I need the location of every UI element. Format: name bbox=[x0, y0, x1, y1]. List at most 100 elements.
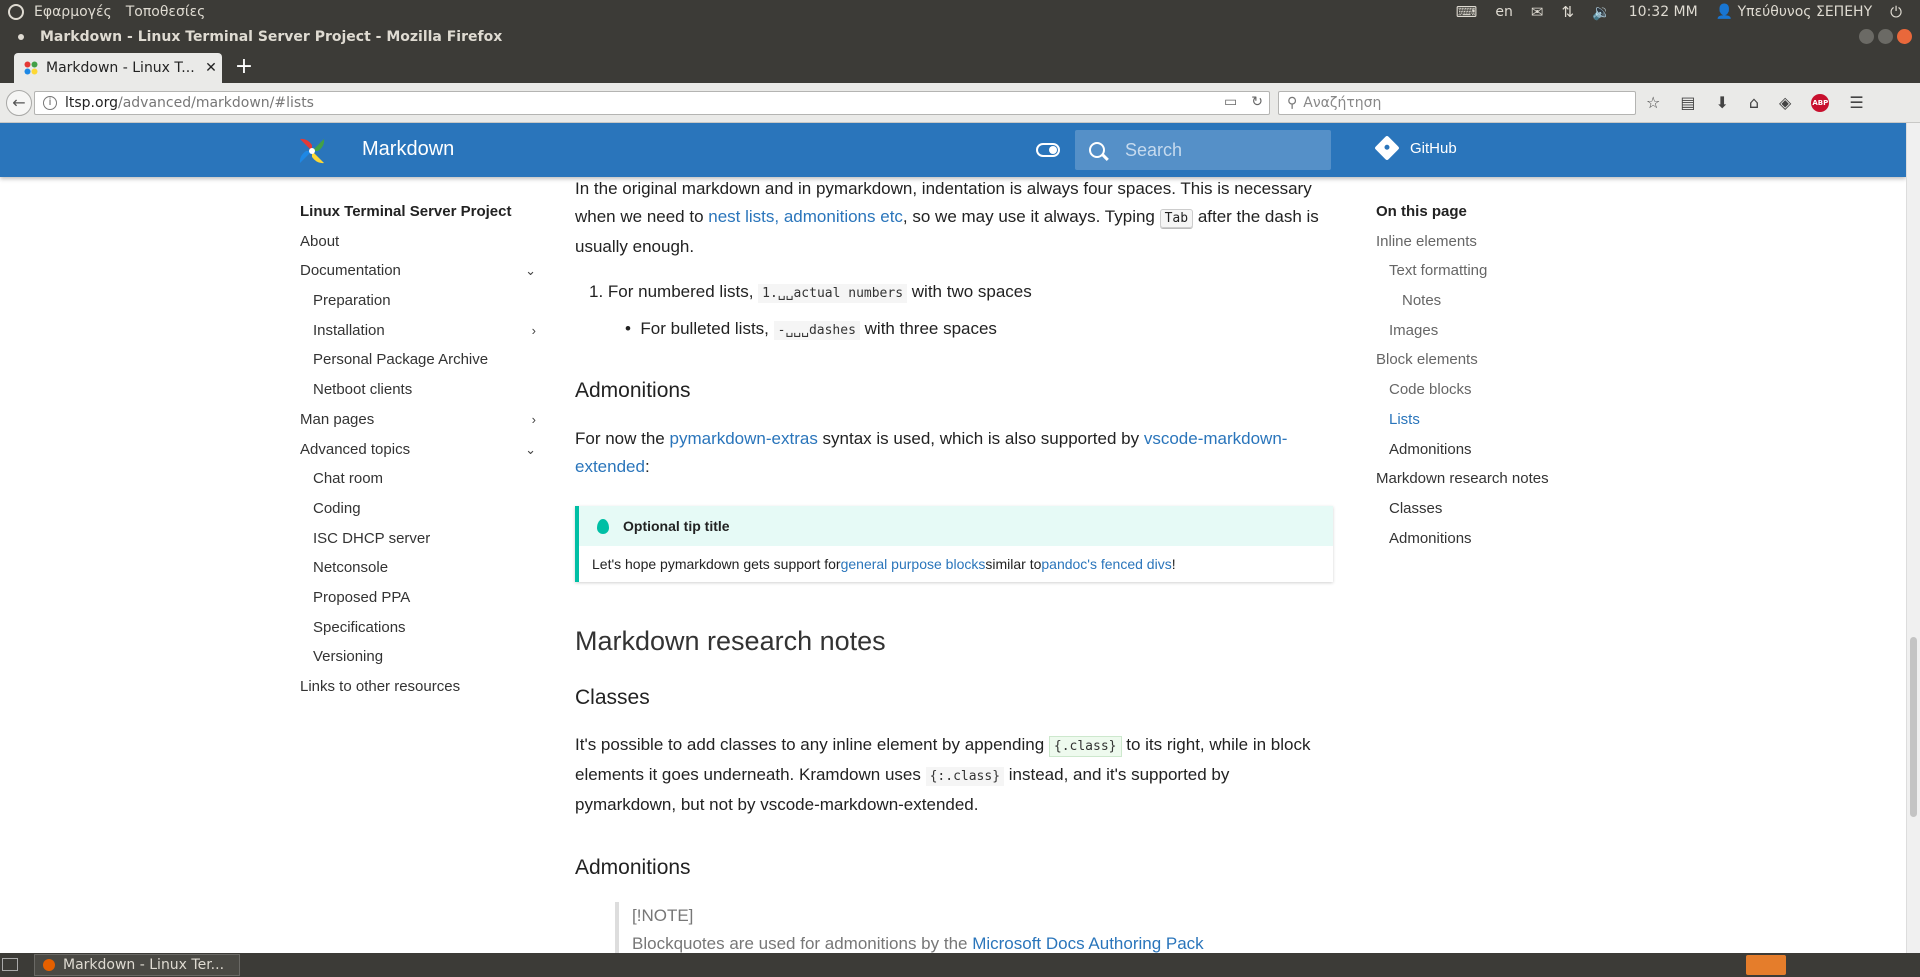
clock[interactable]: 10:32 ΜΜ bbox=[1629, 4, 1698, 20]
sidebar-item-advanced-topics[interactable]: Advanced topics ⌄ bbox=[300, 435, 536, 465]
nest-lists-link[interactable]: nest lists, admonitions etc bbox=[708, 207, 903, 226]
reload-icon[interactable]: ↻ bbox=[1251, 94, 1263, 110]
toc-item-images[interactable]: Images bbox=[1376, 316, 1596, 346]
network-icon[interactable]: ⇅ bbox=[1561, 3, 1574, 21]
general-purpose-blocks-link[interactable]: general purpose blocks bbox=[841, 556, 986, 572]
research-notes-heading: Markdown research notes bbox=[575, 626, 886, 656]
sidebar-item-documentation[interactable]: Documentation ⌄ bbox=[300, 256, 536, 286]
os-taskbar: Markdown - Linux Ter... bbox=[0, 953, 1920, 977]
sidebar-item-label: Installation bbox=[313, 321, 385, 339]
mail-icon[interactable]: ✉ bbox=[1531, 3, 1544, 21]
volume-icon[interactable]: 🔉 bbox=[1592, 3, 1611, 21]
site-info-icon[interactable]: i bbox=[43, 96, 57, 110]
toc-item-text-formatting[interactable]: Text formatting bbox=[1376, 256, 1596, 286]
user-name: Υπεύθυνος ΣΕΠΕΗΥ bbox=[1737, 4, 1873, 20]
url-path: /advanced/markdown/#lists bbox=[117, 95, 314, 111]
sidebar-item-chat-room[interactable]: Chat room bbox=[300, 464, 536, 494]
tab-markdown[interactable]: Markdown - Linux T... ✕ bbox=[14, 53, 222, 83]
keyboard-icon[interactable]: ⌨ bbox=[1456, 3, 1478, 21]
browser-search-placeholder: Αναζήτηση bbox=[1303, 95, 1382, 111]
text: , so we may use it always. Typing bbox=[902, 207, 1160, 226]
keyboard-layout[interactable]: en bbox=[1495, 4, 1513, 20]
text: ! bbox=[1171, 556, 1176, 572]
hamburger-menu-icon[interactable]: ☰ bbox=[1849, 93, 1863, 112]
os-top-panel: Εφαρμογές Τοποθεσίες ⌨ en ✉ ⇅ 🔉 10:32 ΜΜ… bbox=[0, 0, 1920, 24]
browser-search-input[interactable]: ⚲ Αναζήτηση bbox=[1278, 91, 1636, 115]
close-window-button[interactable] bbox=[1897, 29, 1912, 44]
taskbar-window-button[interactable]: Markdown - Linux Ter... bbox=[34, 954, 240, 976]
sidebar-item-netboot-clients[interactable]: Netboot clients bbox=[300, 375, 536, 405]
admonitions-2-heading: Admonitions bbox=[575, 856, 691, 879]
minimize-button[interactable] bbox=[1859, 29, 1874, 44]
text: For numbered lists, bbox=[607, 282, 759, 301]
sidebar-item-netconsole[interactable]: Netconsole bbox=[300, 553, 536, 583]
toc-item-inline-elements[interactable]: Inline elements bbox=[1376, 227, 1596, 257]
sidebar-item-proposed-ppa[interactable]: Proposed PPA bbox=[300, 583, 536, 613]
workspace-switcher-icon[interactable] bbox=[1746, 955, 1786, 975]
new-tab-button[interactable]: + bbox=[232, 56, 256, 80]
downloads-icon[interactable]: ⬇ bbox=[1715, 93, 1728, 112]
sidebar-item-label: Documentation bbox=[300, 262, 401, 280]
toc-item-admonitions-2[interactable]: Admonitions bbox=[1376, 524, 1596, 554]
toc-item-admonitions[interactable]: Admonitions bbox=[1376, 435, 1596, 465]
pandoc-fenced-divs-link[interactable]: pandoc's fenced divs bbox=[1041, 556, 1171, 572]
home-icon[interactable]: ⌂ bbox=[1749, 93, 1759, 112]
toc-item-research-notes[interactable]: Markdown research notes bbox=[1376, 464, 1596, 494]
ubuntu-logo-icon[interactable] bbox=[8, 4, 24, 20]
maximize-button[interactable] bbox=[1878, 29, 1893, 44]
toc-item-code-blocks[interactable]: Code blocks bbox=[1376, 375, 1596, 405]
sidebar-item-links[interactable]: Links to other resources bbox=[300, 672, 536, 702]
note-blockquote: [!NOTE] Blockquotes are used for admonit… bbox=[615, 902, 1204, 953]
tip-header: Optional tip title bbox=[579, 506, 1333, 546]
scrollbar-thumb[interactable] bbox=[1910, 637, 1917, 817]
site-search-input[interactable]: Search bbox=[1075, 130, 1331, 170]
web-page: Markdown Search GitHub Linux Terminal Se… bbox=[0, 123, 1906, 953]
url-bar[interactable]: i ltsp.org/advanced/markdown/#lists ▭ ↻ bbox=[34, 91, 1270, 115]
show-desktop-icon[interactable] bbox=[2, 958, 18, 971]
text: syntax is used, which is also supported … bbox=[817, 429, 1144, 448]
window-controls bbox=[1859, 29, 1912, 44]
inline-code: {:.class} bbox=[925, 767, 1005, 786]
sidebar-item-isc-dhcp[interactable]: ISC DHCP server bbox=[300, 524, 536, 554]
sidebar-item-versioning[interactable]: Versioning bbox=[300, 642, 536, 672]
sidebar-item-ppa[interactable]: Personal Package Archive bbox=[300, 345, 536, 375]
flame-icon bbox=[597, 518, 609, 534]
sidebar-item-ltsp[interactable]: Linux Terminal Server Project bbox=[300, 197, 536, 227]
pymarkdown-extras-link[interactable]: pymarkdown-extras bbox=[670, 429, 818, 448]
sidebar-item-specifications[interactable]: Specifications bbox=[300, 613, 536, 643]
github-link[interactable]: GitHub bbox=[1374, 135, 1457, 161]
text: Blockquotes are used for admonitions by … bbox=[632, 934, 973, 953]
sidebar-item-about[interactable]: About bbox=[300, 227, 536, 257]
sidebar-item-man-pages[interactable]: Man pages › bbox=[300, 405, 536, 435]
sidebar-item-coding[interactable]: Coding bbox=[300, 494, 536, 524]
toc-item-notes[interactable]: Notes bbox=[1376, 286, 1596, 316]
window-menu-icon[interactable] bbox=[18, 34, 24, 40]
list-item: 1. For numbered lists, 1.␣␣actual number… bbox=[589, 278, 1329, 308]
dark-mode-toggle-icon[interactable] bbox=[1036, 143, 1060, 157]
admonitions-heading: Admonitions bbox=[575, 379, 691, 402]
toc-item-classes[interactable]: Classes bbox=[1376, 494, 1596, 524]
bookmark-star-icon[interactable]: ☆ bbox=[1646, 93, 1660, 112]
places-menu[interactable]: Τοποθεσίες bbox=[126, 4, 206, 20]
chevron-down-icon[interactable]: ⌄ bbox=[525, 435, 536, 465]
pocket-icon[interactable]: ◈ bbox=[1779, 93, 1791, 112]
tab-bar: Markdown - Linux T... ✕ + bbox=[0, 50, 1920, 83]
reader-view-icon[interactable]: ▭ bbox=[1224, 94, 1237, 110]
adblock-icon[interactable]: ABP bbox=[1811, 93, 1830, 112]
sidebar-item-installation[interactable]: Installation › bbox=[300, 316, 536, 346]
ms-docs-authoring-pack-link[interactable]: Microsoft Docs Authoring Pack bbox=[972, 934, 1203, 953]
back-button[interactable]: ← bbox=[6, 90, 32, 116]
power-icon[interactable]: ⏻ bbox=[1890, 3, 1902, 21]
user-menu[interactable]: 👤 Υπεύθυνος ΣΕΠΕΗΥ bbox=[1716, 4, 1872, 20]
toc-item-block-elements[interactable]: Block elements bbox=[1376, 345, 1596, 375]
chevron-right-icon[interactable]: › bbox=[532, 316, 536, 346]
bookmarks-list-icon[interactable]: ▤ bbox=[1680, 93, 1695, 112]
page-scrollbar[interactable] bbox=[1906, 123, 1920, 953]
sidebar-item-preparation[interactable]: Preparation bbox=[300, 286, 536, 316]
chevron-right-icon[interactable]: › bbox=[532, 405, 536, 435]
tab-close-icon[interactable]: ✕ bbox=[200, 60, 222, 76]
ltsp-logo-icon[interactable] bbox=[298, 137, 326, 165]
toc-item-lists[interactable]: Lists bbox=[1376, 405, 1596, 435]
applications-menu[interactable]: Εφαρμογές bbox=[34, 4, 112, 20]
chevron-down-icon[interactable]: ⌄ bbox=[525, 256, 536, 286]
